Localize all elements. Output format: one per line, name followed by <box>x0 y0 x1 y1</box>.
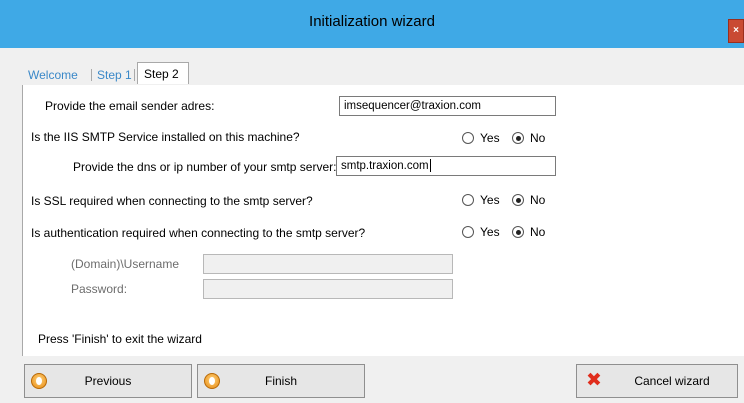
smtp-server-label: Provide the dns or ip number of your smt… <box>73 160 337 174</box>
auth-yes-label: Yes <box>480 225 500 239</box>
cancel-wizard-button[interactable]: ✖ Cancel wizard <box>576 364 738 398</box>
username-label: (Domain)\Username <box>71 257 180 271</box>
auth-no-label: No <box>530 225 546 239</box>
previous-button-label: Previous <box>84 374 132 388</box>
tab-welcome[interactable]: Welcome <box>28 66 78 84</box>
tab-separator <box>134 69 135 81</box>
ssl-question: Is SSL required when connecting to the s… <box>31 194 313 208</box>
close-button[interactable]: × <box>728 19 744 43</box>
iis-no-label: No <box>530 131 546 145</box>
previous-button[interactable]: Previous <box>24 364 192 398</box>
cancel-button-label: Cancel wizard <box>634 374 710 388</box>
password-label: Password: <box>71 282 128 296</box>
username-field[interactable] <box>203 254 453 274</box>
smtp-server-field[interactable]: smtp.traxion.com <box>336 156 556 176</box>
tab-strip: Welcome Step 1 Step 2 <box>22 62 742 86</box>
tab-separator <box>91 69 92 81</box>
red-x-icon: ✖ <box>586 370 602 391</box>
text-caret <box>429 159 431 173</box>
finish-button-label: Finish <box>264 374 297 388</box>
iis-no-radio[interactable] <box>512 132 524 144</box>
sender-email-field[interactable]: imsequencer@traxion.com <box>339 96 556 116</box>
tab-step-2[interactable]: Step 2 <box>137 62 189 84</box>
finish-button[interactable]: Finish <box>197 364 365 398</box>
password-field[interactable] <box>203 279 453 299</box>
ssl-no-radio[interactable] <box>512 194 524 206</box>
ssl-yes-label: Yes <box>480 193 500 207</box>
auth-no-radio[interactable] <box>512 226 524 238</box>
iis-yes-radio[interactable] <box>462 132 474 144</box>
iis-yes-label: Yes <box>480 131 500 145</box>
tab-step-1[interactable]: Step 1 <box>97 66 132 84</box>
ssl-yes-radio[interactable] <box>462 194 474 206</box>
smtp-server-value: smtp.traxion.com <box>341 160 429 172</box>
window-title: Initialization wizard <box>309 13 435 30</box>
auth-yes-radio[interactable] <box>462 226 474 238</box>
step-2-panel <box>22 85 744 356</box>
ssl-no-label: No <box>530 193 546 207</box>
auth-question: Is authentication required when connecti… <box>31 226 366 240</box>
sender-label: Provide the email sender adres: <box>45 99 215 113</box>
iis-question: Is the IIS SMTP Service installed on thi… <box>31 130 300 144</box>
finish-hint: Press 'Finish' to exit the wizard <box>38 332 202 346</box>
